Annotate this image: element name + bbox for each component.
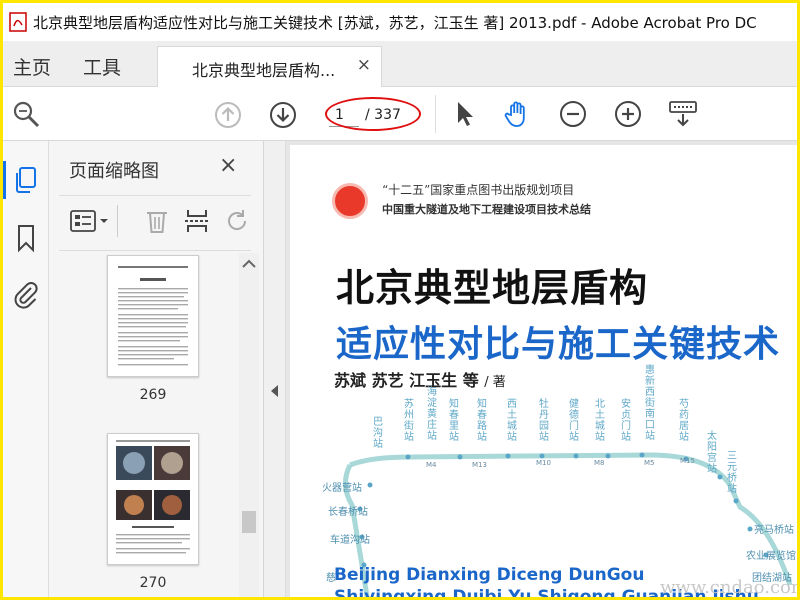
watermark-text: www.cndao.com: [660, 577, 797, 597]
scrollbar-thumb[interactable]: [242, 511, 256, 533]
station-label: 海淀黄庄站: [427, 387, 437, 442]
document-view[interactable]: “十二五”国家重点图书出版规划项目 中国重大隧道及地下工程建设项目技术总结 北京…: [286, 141, 797, 597]
main-toolbar: / 337: [3, 87, 797, 141]
panel-divider: [59, 195, 251, 196]
station-label: 北土城站: [595, 399, 605, 443]
page-thumbnail-270[interactable]: [107, 433, 199, 565]
collapse-arrow-icon[interactable]: [264, 383, 286, 399]
station-label: 知春里站: [449, 399, 459, 443]
rail-active-indicator: [3, 161, 6, 199]
line-code: M5: [644, 459, 655, 467]
panel-toolbar: [59, 201, 259, 241]
tab-home[interactable]: 主页: [13, 53, 51, 80]
station-label: 巴沟站: [373, 417, 383, 450]
bookmark-icon[interactable]: [11, 223, 41, 253]
thumbnails-panel: 页面缩略图 × 269 270: [49, 141, 264, 597]
search-zoom-icon[interactable]: [11, 99, 41, 129]
line-code: M15: [680, 457, 695, 465]
tab-bar: 主页 工具 北京典型地层盾构... ×: [3, 41, 797, 87]
station-label: 西土城站: [507, 399, 517, 443]
station-label: 长春桥站: [328, 507, 368, 518]
insert-pages-icon[interactable]: [183, 207, 211, 235]
thumbnail-page-label: 270: [139, 575, 167, 591]
left-navigation-rail: [3, 141, 49, 597]
thumbnail-scrollbar[interactable]: [239, 253, 259, 597]
station-label: 健德门站: [569, 399, 579, 443]
trash-icon[interactable]: [143, 207, 171, 235]
toolbar-divider: [435, 95, 436, 133]
next-page-icon[interactable]: [269, 101, 297, 129]
close-tab-button[interactable]: ×: [357, 55, 371, 75]
tab-document[interactable]: 北京典型地层盾构... ×: [157, 46, 382, 87]
zoom-in-icon[interactable]: [614, 100, 642, 128]
station-label: 太阳宫站: [707, 431, 717, 475]
pdf-page: “十二五”国家重点图书出版规划项目 中国重大隧道及地下工程建设项目技术总结 北京…: [290, 145, 797, 597]
panel-title: 页面缩略图: [69, 161, 159, 182]
title-bar: 北京典型地层盾构适应性对比与施工关键技术 [苏斌，苏艺，江玉生 著] 2013.…: [3, 3, 797, 41]
page-thumbnails-icon[interactable]: [11, 165, 41, 195]
station-label: 车道沟站: [330, 535, 370, 546]
panel-collapse-strip[interactable]: [264, 141, 286, 597]
select-cursor-icon[interactable]: [453, 99, 477, 129]
station-label: 惠新西街南口站: [645, 365, 655, 442]
acrobat-app-icon: [7, 11, 29, 33]
acrobat-window: 北京典型地层盾构适应性对比与施工关键技术 [苏斌，苏艺，江玉生 著] 2013.…: [3, 3, 797, 597]
rotate-icon[interactable]: [223, 207, 251, 235]
keyboard-tools-icon[interactable]: [667, 99, 699, 129]
tab-tools[interactable]: 工具: [83, 53, 121, 80]
station-label: 火器营站: [322, 483, 362, 494]
station-label: 安贞门站: [621, 399, 631, 443]
station-label: 知春路站: [477, 399, 487, 443]
pinyin-title-1: Beijing Dianxing Diceng DunGou: [334, 565, 645, 585]
page-thumbnail-269[interactable]: [107, 255, 199, 377]
close-panel-button[interactable]: ×: [219, 153, 237, 178]
window-title: 北京典型地层盾构适应性对比与施工关键技术 [苏斌，苏艺，江玉生 著] 2013.…: [33, 13, 757, 32]
document-tab-label: 北京典型地层盾构...: [192, 61, 336, 80]
line-code: M13: [472, 461, 487, 469]
station-label: 农业展览馆: [746, 551, 796, 562]
station-label: 牡丹园站: [539, 399, 549, 443]
annotation-circle: [325, 97, 421, 131]
zoom-out-icon[interactable]: [559, 100, 587, 128]
attachment-icon[interactable]: [11, 279, 41, 309]
station-label: 芍药居站: [679, 399, 689, 443]
panel-tools-divider: [117, 205, 118, 237]
thumbnail-page-label: 269: [139, 387, 167, 403]
scroll-up-icon[interactable]: [239, 257, 259, 271]
panel-divider-2: [59, 250, 251, 251]
hand-tool-icon[interactable]: [503, 99, 533, 129]
line-code: M8: [594, 459, 605, 467]
thumbnail-list: 269 270: [49, 253, 241, 597]
thumbnail-options-icon[interactable]: [69, 207, 111, 235]
station-label: 苏州街站: [404, 399, 414, 443]
line-code: M10: [536, 459, 551, 467]
subway-map: M4 M13 M10 M8 M5 M15: [343, 452, 793, 597]
station-label: 亮马桥站: [754, 525, 794, 536]
previous-page-icon[interactable]: [214, 101, 242, 129]
line-code: M4: [426, 461, 437, 469]
station-label: 三元桥站: [727, 451, 737, 495]
